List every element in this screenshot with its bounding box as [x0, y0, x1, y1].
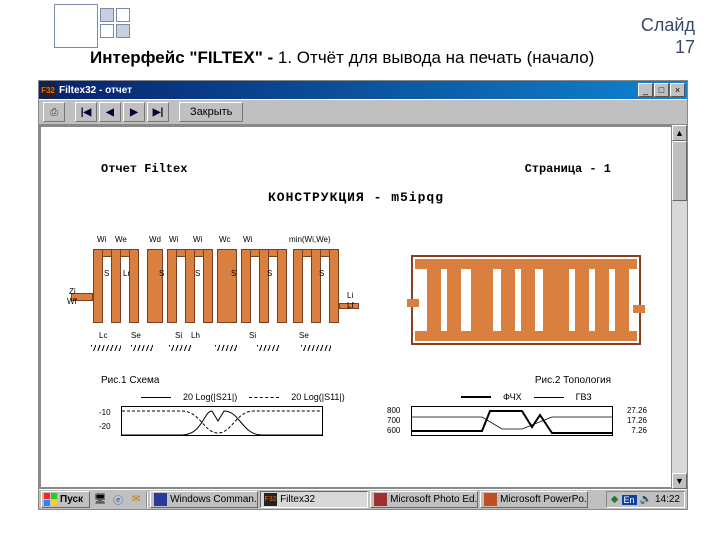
s-parameters-plot: 20 Log(|S21|) 20 Log(|S11|) -10 -20 — [101, 394, 351, 436]
schematic-diagram: Wi We Wd Wi Wi Wc Wi min(Wi,We) — [71, 235, 381, 365]
vertical-scrollbar[interactable]: ▲ ▼ — [671, 125, 687, 489]
system-tray: ◆ En 🔊 14:22 — [606, 491, 685, 508]
window-title: Filtex32 - отчет — [59, 85, 638, 96]
scroll-thumb[interactable] — [672, 141, 687, 201]
tray-icon[interactable]: 🔊 — [640, 494, 652, 505]
content-area: Отчет Filtex Страница - 1 КОНСТРУКЦИЯ - … — [39, 125, 687, 489]
report-title: Отчет Filtex — [101, 162, 187, 176]
minimize-button[interactable]: _ — [638, 83, 653, 97]
start-button[interactable]: Пуск — [41, 491, 90, 508]
lang-indicator[interactable]: En — [622, 495, 637, 505]
app-icon: F32 — [41, 83, 55, 97]
maximize-button[interactable]: □ — [654, 83, 669, 97]
app-icon — [484, 493, 497, 506]
toolbar: ⎙ |◀ ◀ ▶ ▶| Закрыть — [39, 99, 687, 125]
nav-first-button[interactable]: |◀ — [75, 102, 97, 122]
slide-title: Интерфейс "FILTEX" - 1. Отчёт для вывода… — [90, 48, 680, 68]
nav-next-button[interactable]: ▶ — [123, 102, 145, 122]
quicklaunch-outlook-icon[interactable]: ✉ — [128, 492, 144, 508]
app-icon: F32 — [264, 493, 277, 506]
app-icon — [374, 493, 387, 506]
nav-last-button[interactable]: ▶| — [147, 102, 169, 122]
task-windows-commander[interactable]: Windows Comman.. — [150, 491, 258, 508]
print-button[interactable]: ⎙ — [43, 102, 65, 122]
phase-delay-plot: ФЧХ ГВЗ 800 700 600 27.26 17.26 7.26 — [391, 394, 641, 436]
scroll-down-button[interactable]: ▼ — [672, 473, 687, 489]
page-number: Страница - 1 — [525, 162, 611, 176]
titlebar: F32 Filtex32 - отчет _ □ × — [39, 81, 687, 99]
task-photo-editor[interactable]: Microsoft Photo Ed.. — [370, 491, 478, 508]
scroll-track[interactable] — [672, 141, 687, 473]
app-window: F32 Filtex32 - отчет _ □ × ⎙ |◀ ◀ ▶ ▶| З… — [38, 80, 688, 510]
task-filtex32[interactable]: F32 Filtex32 — [260, 491, 368, 508]
close-report-button[interactable]: Закрыть — [179, 102, 243, 122]
quicklaunch-ie-icon[interactable]: ⓔ — [110, 492, 126, 508]
windows-icon — [44, 493, 57, 506]
report-page: Отчет Filtex Страница - 1 КОНСТРУКЦИЯ - … — [41, 127, 671, 487]
tray-icon[interactable]: ◆ — [611, 494, 619, 505]
app-icon — [154, 493, 167, 506]
taskbar: Пуск 🖥 ⓔ ✉ Windows Comman.. F32 Filtex32… — [39, 489, 687, 509]
quicklaunch-desktop-icon[interactable]: 🖥 — [92, 492, 108, 508]
fig1-caption: Рис.1 Схема — [101, 375, 159, 386]
close-button[interactable]: × — [670, 83, 685, 97]
scroll-up-button[interactable]: ▲ — [672, 125, 687, 141]
topology-diagram — [411, 235, 641, 355]
fig2-caption: Рис.2 Топология — [535, 375, 611, 386]
nav-prev-button[interactable]: ◀ — [99, 102, 121, 122]
construction-line: КОНСТРУКЦИЯ - m5ipqg — [41, 190, 671, 205]
task-powerpoint[interactable]: Microsoft PowerPo.. — [480, 491, 588, 508]
printer-icon: ⎙ — [50, 107, 58, 118]
clock[interactable]: 14:22 — [655, 494, 680, 505]
